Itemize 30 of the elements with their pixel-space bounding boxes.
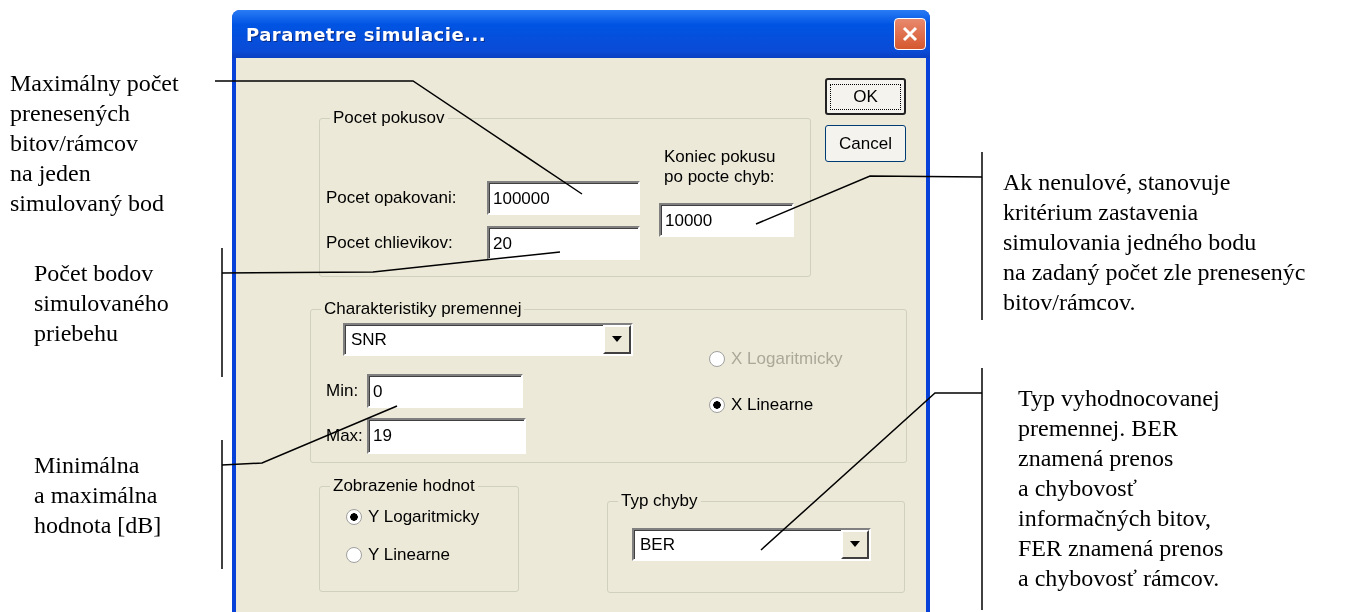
dropdown[interactable]: BER (632, 528, 871, 561)
input-field[interactable]: 10000 (659, 203, 794, 237)
field-label: Pocet chlievikov: (326, 233, 454, 253)
radio-button[interactable]: X Linearne (709, 394, 843, 416)
annotation-text: Ak nenulové, stanovuje kritérium zastavenia simulovania jedného bodu na zadaný počet zle prenesenýc bitov/rámcov. (1003, 168, 1306, 317)
cancel-button[interactable]: Cancel (825, 125, 906, 162)
field-label: Max: (326, 426, 364, 446)
group-title: Charakteristiky premennej (321, 299, 525, 319)
input-field[interactable]: 0 (367, 374, 523, 408)
input-field[interactable]: 19 (367, 418, 526, 454)
close-button[interactable] (894, 18, 926, 50)
field-label: Min: (326, 381, 360, 401)
ok-button[interactable]: OK (825, 78, 906, 115)
annotation-text: Minimálna a maximálna hodnota [dB] (34, 451, 162, 540)
dropdown-arrow-icon (611, 336, 623, 343)
input-field[interactable]: 20 (487, 226, 640, 260)
annotation-text: Typ vyhodnocovanej premennej. BER znamená prenos a chybovosť informačných bitov, FER znamená prenos a chybovosť rámcov. (1018, 384, 1224, 593)
group-title: Pocet pokusov (330, 108, 448, 128)
radio-button[interactable]: Y Linearne (346, 544, 518, 566)
dropdown-arrow-icon (849, 541, 861, 548)
annotation-text: Počet bodov simulovaného priebehu (34, 259, 169, 348)
window-title: Parametre simulacie... (246, 23, 487, 45)
dropdown[interactable]: SNR (343, 323, 633, 356)
radio-button[interactable]: Y Logaritmicky (346, 506, 518, 528)
group-title: Typ chyby (618, 491, 701, 511)
field-label: Pocet opakovani: (326, 188, 458, 208)
close-icon (901, 25, 919, 43)
annotation-text: Maximálny počet prenesených bitov/rámcov na jeden simulovaný bod (10, 69, 179, 218)
field-label: Koniec pokusu po pocte chyb: (663, 147, 777, 187)
input-field[interactable]: 100000 (487, 181, 640, 215)
